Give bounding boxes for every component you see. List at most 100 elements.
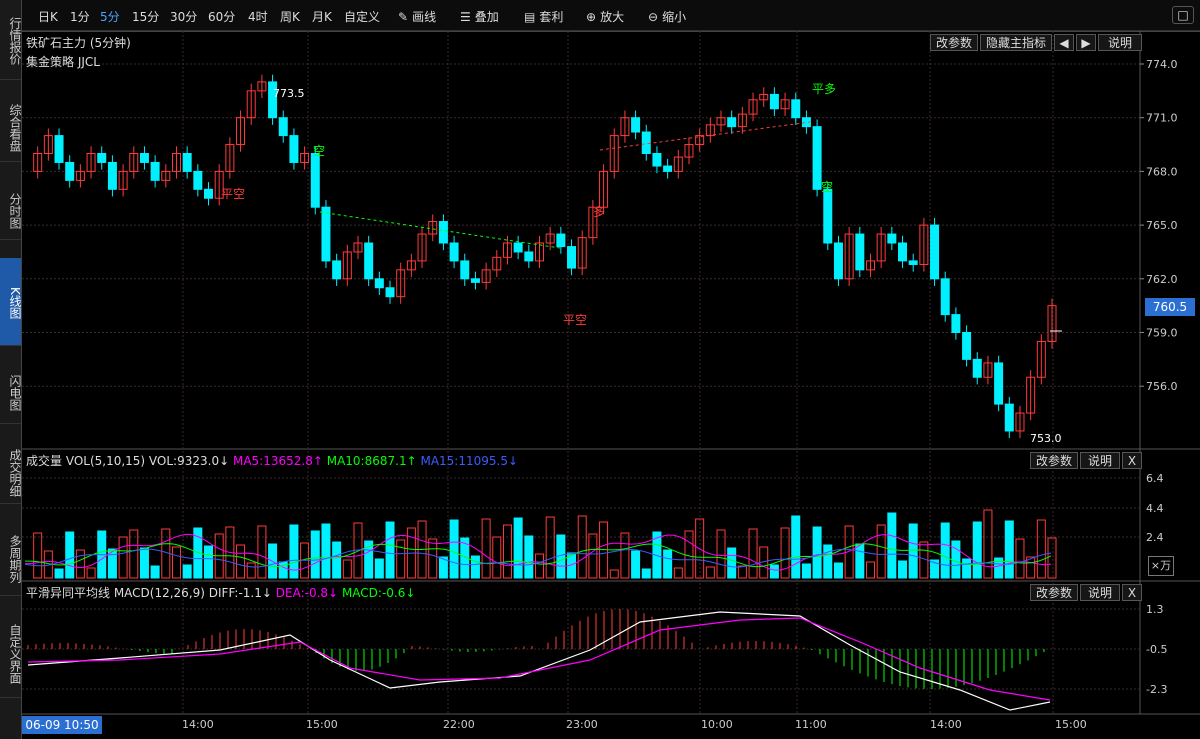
signal-short-2: 空 — [821, 180, 834, 194]
volume-bar — [641, 568, 651, 579]
candle-body — [460, 260, 470, 280]
volume-bar — [673, 567, 683, 579]
volume-bar — [1004, 520, 1014, 579]
arrow-left-icon[interactable]: ◀ — [1054, 34, 1074, 51]
candle-body — [107, 161, 117, 190]
signal-short: 空 — [313, 144, 326, 158]
volume-bar — [118, 536, 128, 579]
volume-bar — [865, 561, 875, 579]
candle-body — [65, 161, 75, 181]
candle-body — [204, 188, 214, 199]
volume-bar — [1036, 519, 1046, 579]
candle-body — [513, 242, 523, 253]
volume-header: 成交量 VOL(5,10,15) VOL:9323.0↓ MA5:13652.8… — [26, 454, 519, 468]
price-tick-label: 768.0 — [1146, 165, 1178, 178]
time-tick-label: 10:00 — [701, 718, 733, 731]
candle-body — [855, 233, 865, 271]
candle-body — [887, 233, 897, 244]
volume-bar — [246, 562, 256, 579]
volume-bar — [855, 543, 865, 579]
candle-body — [727, 117, 737, 128]
volume-bar — [951, 540, 961, 579]
price-tick-label: 765.0 — [1146, 219, 1178, 232]
volume-bar — [940, 522, 950, 579]
macd-params-button[interactable]: 改参数 — [1030, 584, 1078, 601]
candle-body — [951, 314, 961, 334]
volume-bar — [492, 536, 502, 579]
macd-tick-label: -2.3 — [1146, 683, 1167, 696]
volume-bar — [171, 546, 181, 579]
volume-bar — [86, 567, 96, 579]
volume-help-button[interactable]: 说明 — [1080, 452, 1120, 469]
time-tick-label: 15:00 — [306, 718, 338, 731]
instrument-title: 铁矿石主力 (5分钟) — [26, 36, 131, 50]
volume-bar — [321, 523, 331, 579]
candle-body — [182, 153, 192, 172]
volume-bar — [204, 545, 214, 579]
time-tick-label: 11:00 — [795, 718, 827, 731]
signal-close-short: 平空 — [221, 187, 246, 201]
volume-bar — [139, 547, 149, 579]
candle-body — [310, 153, 320, 208]
candle-body — [54, 135, 64, 163]
volume-close-button[interactable]: X — [1122, 452, 1142, 469]
candle-body — [994, 362, 1004, 405]
volume-bar — [791, 515, 801, 579]
candle-body — [193, 170, 203, 190]
time-tick-label: 14:00 — [930, 718, 962, 731]
volume-bar — [631, 550, 641, 579]
candle-body — [652, 153, 662, 167]
crosshair-date-tag: 06-09 10:50 — [22, 716, 102, 734]
volume-bar — [620, 532, 630, 579]
volume-bar — [374, 558, 384, 579]
volume-bar — [609, 569, 619, 579]
ma15-line — [24, 548, 1052, 568]
macd-panel-buttons: 改参数 说明 X — [1030, 584, 1142, 601]
diff-line — [27, 611, 1051, 711]
volume-params-button[interactable]: 改参数 — [1030, 452, 1078, 469]
volume-bar — [577, 515, 587, 579]
price-tick-label: 771.0 — [1146, 112, 1178, 125]
candle-body — [930, 224, 940, 280]
candle-body — [278, 117, 288, 137]
volume-bar — [332, 541, 342, 579]
candle-body — [97, 153, 107, 163]
volume-bar — [342, 559, 352, 579]
candle-body — [385, 287, 395, 298]
main-help-button[interactable]: 说明 — [1098, 34, 1142, 51]
volume-bar — [257, 525, 267, 579]
candle-body — [139, 153, 149, 163]
chart-grid — [22, 30, 1200, 715]
volume-bar — [65, 531, 75, 579]
macd-close-button[interactable]: X — [1122, 584, 1142, 601]
time-tick-label: 15:00 — [1055, 718, 1087, 731]
hide-indicator-button[interactable]: 隐藏主指标 — [980, 34, 1052, 51]
candle-body — [823, 188, 833, 244]
volume-bar — [449, 519, 459, 579]
candle-body — [567, 246, 577, 269]
volume-bar — [535, 553, 544, 579]
candle-body — [470, 278, 480, 283]
volume-bar — [684, 530, 694, 579]
volume-bar — [962, 558, 972, 579]
volume-bar — [182, 564, 192, 579]
candle-body — [150, 161, 160, 181]
time-tick-label: 14:00 — [182, 718, 214, 731]
candle-body — [898, 242, 908, 262]
volume-tick-label: 6.4 — [1146, 472, 1164, 485]
volume-bar — [823, 544, 833, 579]
volume-bar — [1015, 538, 1025, 579]
volume-tick-label: 4.4 — [1146, 502, 1164, 515]
price-tick-label: 762.0 — [1146, 273, 1178, 286]
candle-body — [332, 260, 342, 280]
low-price-label: 753.0 — [1030, 432, 1062, 445]
signal-close-long: 平多 — [812, 82, 837, 96]
main-params-button[interactable]: 改参数 — [930, 34, 978, 51]
arrow-right-icon[interactable]: ▶ — [1076, 34, 1096, 51]
price-tick-label: 759.0 — [1146, 327, 1178, 340]
volume-bar — [898, 560, 908, 579]
current-price-tag: 760.5 — [1145, 298, 1195, 316]
volume-series — [24, 509, 1057, 579]
volume-bar — [737, 565, 747, 579]
macd-help-button[interactable]: 说明 — [1080, 584, 1120, 601]
